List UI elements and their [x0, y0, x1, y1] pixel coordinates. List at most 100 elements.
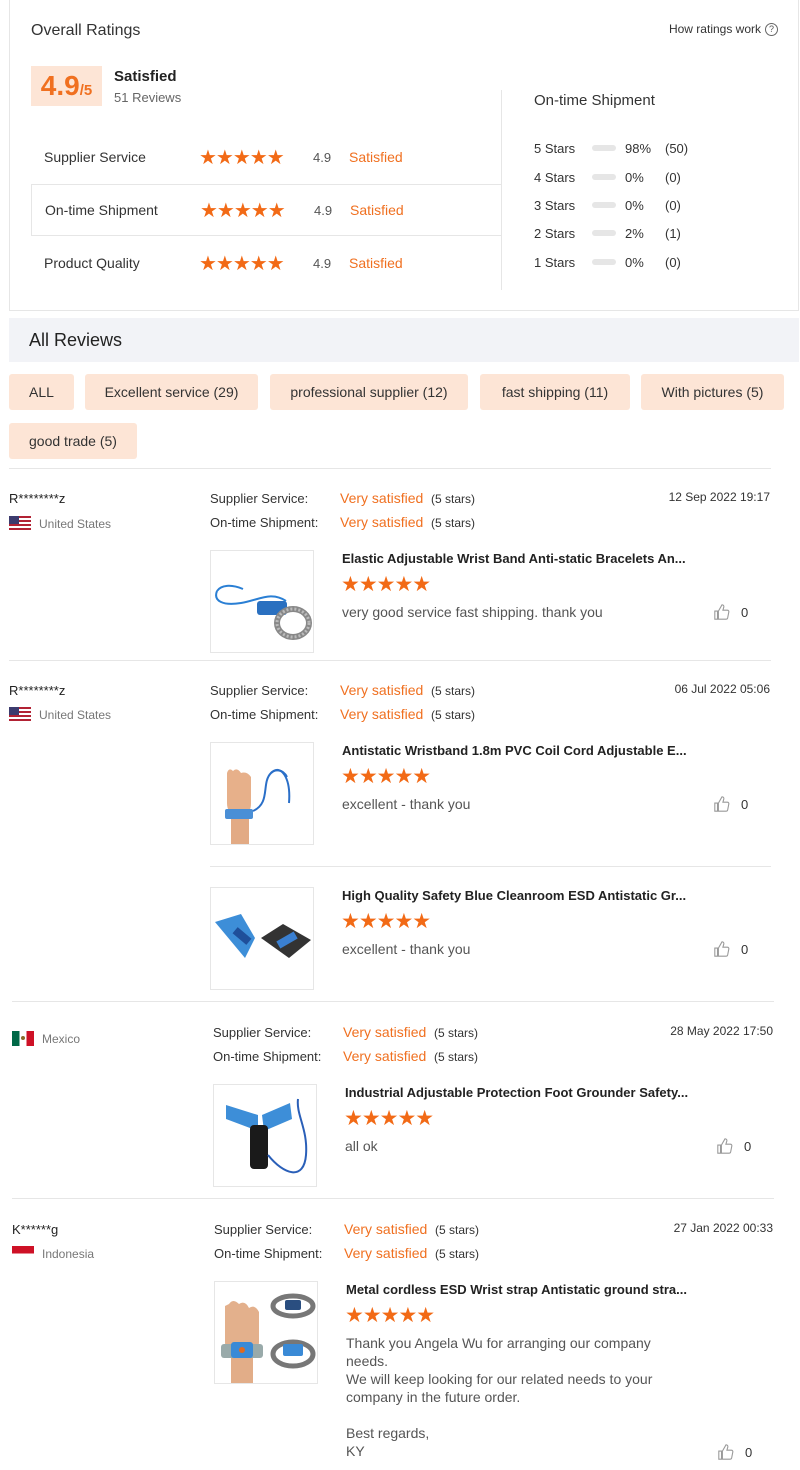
supplier-service-stars: (5 stars) [431, 684, 476, 698]
rating-status: Satisfied [350, 202, 404, 218]
distribution-count: (1) [665, 225, 681, 241]
product-title[interactable]: High Quality Safety Blue Cleanroom ESD A… [342, 888, 686, 903]
product-thumbnail[interactable] [210, 742, 314, 845]
thumbs-up-icon [714, 604, 730, 620]
product-thumbnail[interactable] [214, 1281, 318, 1384]
rating-row-label: On-time Shipment [45, 202, 158, 218]
reviewer-country: Mexico [12, 1031, 80, 1046]
distribution-bar [592, 230, 616, 236]
distribution-label: 1 Stars [534, 254, 576, 270]
shipment-rating: Very satisfied [344, 1245, 428, 1261]
shipment-rating: Very satisfied [340, 706, 424, 722]
overall-score-suffix: /5 [79, 82, 93, 99]
supplier-service-rating: Very satisfied [343, 1024, 427, 1040]
review-text: Thank you Angela Wu for arranging our co… [346, 1335, 653, 1459]
star-rating: ★★★★★ [199, 252, 285, 275]
distribution-percent: 2% [625, 225, 644, 241]
like-button[interactable]: 0 [713, 795, 748, 813]
review-text: all ok [345, 1138, 378, 1154]
thumbs-up-icon [714, 941, 730, 957]
tag-filter-with-pictures[interactable]: With pictures (5) [641, 374, 784, 410]
supplier-service-label: Supplier Service: [210, 683, 309, 698]
rating-status: Satisfied [349, 149, 403, 165]
like-count: 0 [744, 1138, 752, 1154]
review-text: very good service fast shipping. thank y… [342, 604, 603, 620]
distribution-bar [592, 202, 616, 208]
supplier-service-stars: (5 stars) [431, 492, 476, 506]
distribution-label: 3 Stars [534, 197, 576, 213]
review-text: excellent - thank you [342, 941, 471, 957]
shipment-label: On-time Shipment: [210, 515, 319, 530]
review-text: excellent - thank you [342, 796, 471, 812]
supplier-service-rating: Very satisfied [344, 1221, 428, 1237]
thumbs-up-icon [718, 1444, 734, 1460]
distribution-label: 4 Stars [534, 169, 576, 185]
distribution-row: 5 Stars 98% (50) [534, 138, 705, 158]
how-ratings-work-link[interactable]: How ratings work ? [669, 22, 778, 36]
product-title[interactable]: Metal cordless ESD Wrist strap Antistati… [346, 1282, 687, 1297]
distribution-percent: 0% [625, 197, 644, 213]
supplier-service-label: Supplier Service: [213, 1025, 312, 1040]
supplier-service-label: Supplier Service: [214, 1222, 313, 1237]
distribution-bar [592, 259, 616, 265]
like-count: 0 [741, 796, 749, 812]
thumbs-up-icon [714, 796, 730, 812]
product-title[interactable]: Industrial Adjustable Protection Foot Gr… [345, 1085, 688, 1100]
tag-filter-excellent-service[interactable]: Excellent service (29) [85, 374, 258, 410]
product-star-rating: ★★★★★ [345, 1304, 435, 1327]
distribution-label: 2 Stars [534, 225, 576, 241]
product-star-rating: ★★★★★ [341, 765, 431, 788]
divider [9, 660, 771, 661]
tag-filter-fast-shipping[interactable]: fast shipping (11) [480, 374, 630, 410]
supplier-service-stars: (5 stars) [435, 1223, 480, 1237]
question-icon: ? [765, 22, 778, 36]
review-count: 51 Reviews [114, 90, 182, 105]
like-count: 0 [741, 941, 749, 957]
rating-row-label: Supplier Service [44, 149, 146, 165]
shipment-label: On-time Shipment: [210, 707, 319, 722]
product-title[interactable]: Antistatic Wristband 1.8m PVC Coil Cord … [342, 743, 687, 758]
rating-row-label: Product Quality [44, 255, 140, 271]
divider [9, 468, 771, 469]
thumbs-up-icon [717, 1138, 733, 1154]
product-title[interactable]: Elastic Adjustable Wrist Band Anti-stati… [342, 551, 686, 566]
distribution-bar [592, 145, 616, 151]
overall-score: 4.9 [40, 70, 80, 101]
distribution-count: (0) [665, 169, 681, 185]
reviewer-country: United States [9, 516, 111, 531]
reviewer-name: K******g [12, 1222, 59, 1237]
country-name: United States [39, 516, 112, 531]
review-date: 12 Sep 2022 19:17 [668, 490, 770, 504]
like-button[interactable]: 0 [713, 603, 748, 621]
country-name: United States [39, 707, 112, 722]
product-thumbnail[interactable] [210, 887, 314, 990]
country-name: Indonesia [42, 1246, 95, 1261]
reviewer-country: Indonesia [12, 1246, 94, 1261]
shipment-label: On-time Shipment: [213, 1049, 322, 1064]
like-button[interactable]: 0 [716, 1137, 751, 1155]
tag-filter-good-trade[interactable]: good trade (5) [9, 423, 137, 459]
product-thumbnail[interactable] [213, 1084, 317, 1187]
reviewer-name: R********z [9, 491, 66, 506]
review-date: 28 May 2022 17:50 [670, 1024, 773, 1038]
rating-status: Satisfied [349, 255, 403, 271]
distribution-percent: 0% [625, 254, 644, 270]
rating-value: 4.9 [313, 255, 332, 271]
review-date: 06 Jul 2022 05:06 [674, 682, 770, 696]
divider [210, 866, 771, 867]
product-star-rating: ★★★★★ [341, 573, 431, 596]
tag-filter-all[interactable]: ALL [9, 374, 74, 410]
all-reviews-header: All Reviews [9, 318, 799, 362]
distribution-percent: 0% [625, 169, 644, 185]
tag-filter-professional-supplier[interactable]: professional supplier (12) [270, 374, 468, 410]
rating-row-on-time-shipment[interactable]: On-time Shipment ★★★★★ 4.9 Satisfied [31, 184, 501, 236]
overall-ratings-title: Overall Ratings [31, 22, 141, 39]
reviewer-country: United States [9, 707, 111, 722]
supplier-service-rating: Very satisfied [340, 682, 424, 698]
product-thumbnail[interactable] [210, 550, 314, 653]
like-button[interactable]: 0 [713, 940, 748, 958]
shipment-stars: (5 stars) [435, 1247, 480, 1261]
like-button[interactable]: 0 [717, 1443, 752, 1461]
like-count: 0 [745, 1444, 753, 1460]
how-ratings-work-label: How ratings work [668, 22, 761, 36]
